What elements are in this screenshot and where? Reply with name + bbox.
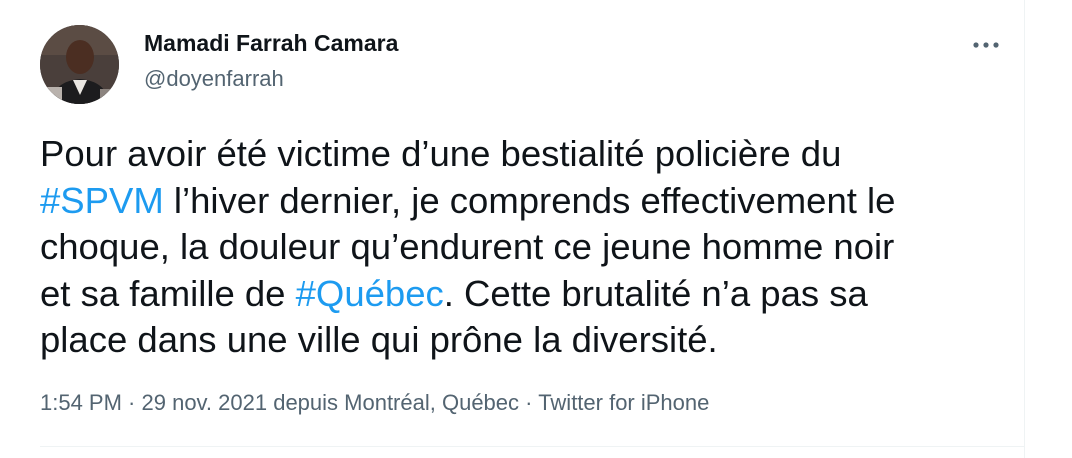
tweet-text-segment: . Cette brutalité n’a pas sa xyxy=(443,272,868,314)
tweet-location: depuis Montréal, Québec xyxy=(267,390,520,415)
tweet-time[interactable]: 1:54 PM xyxy=(40,390,122,415)
tweet-card: Mamadi Farrah Camara @doyenfarrah Pour a… xyxy=(0,0,1025,458)
tweet-text-line: choque, la douleur qu’endurent ce jeune … xyxy=(40,224,1015,271)
more-horizontal-icon xyxy=(973,42,999,48)
meta-separator: · xyxy=(121,390,142,415)
hashtag-link[interactable]: #SPVM xyxy=(40,180,164,221)
tweet-text-segment: et sa famille de xyxy=(40,272,296,314)
tweet-source[interactable]: Twitter for iPhone xyxy=(538,390,709,415)
divider xyxy=(40,446,1025,447)
tweet-text-segment: Pour avoir été victime d’une bestialité … xyxy=(40,133,842,174)
tweet-text-line: #SPVM l’hiver dernier, je comprends effe… xyxy=(40,178,1015,225)
more-options-button[interactable] xyxy=(966,30,1006,60)
author-display-name[interactable]: Mamadi Farrah Camara xyxy=(144,30,398,57)
tweet-text-line: et sa famille de #Québec. Cette brutalit… xyxy=(40,271,1015,318)
avatar[interactable] xyxy=(40,25,119,104)
avatar-photo xyxy=(40,25,119,104)
meta-separator: · xyxy=(519,390,539,415)
tweet-text-line: Pour avoir été victime d’une bestialité … xyxy=(40,131,1015,178)
tweet-date[interactable]: 29 nov. 2021 xyxy=(142,390,268,415)
tweet-text-line: place dans une ville qui prône la divers… xyxy=(40,317,1015,364)
tweet-text: Pour avoir été victime d’une bestialité … xyxy=(40,131,1015,364)
author-handle[interactable]: @doyenfarrah xyxy=(144,66,284,92)
hashtag-link[interactable]: #Québec xyxy=(296,273,444,314)
tweet-meta: 1:54 PM · 29 nov. 2021 depuis Montréal, … xyxy=(40,390,709,416)
tweet-text-segment: l’hiver dernier, je comprends effectivem… xyxy=(163,179,896,221)
tweet-text-segment: choque, la douleur qu’endurent ce jeune … xyxy=(40,226,895,267)
tweet-text-segment: place dans une ville qui prône la divers… xyxy=(40,319,718,360)
